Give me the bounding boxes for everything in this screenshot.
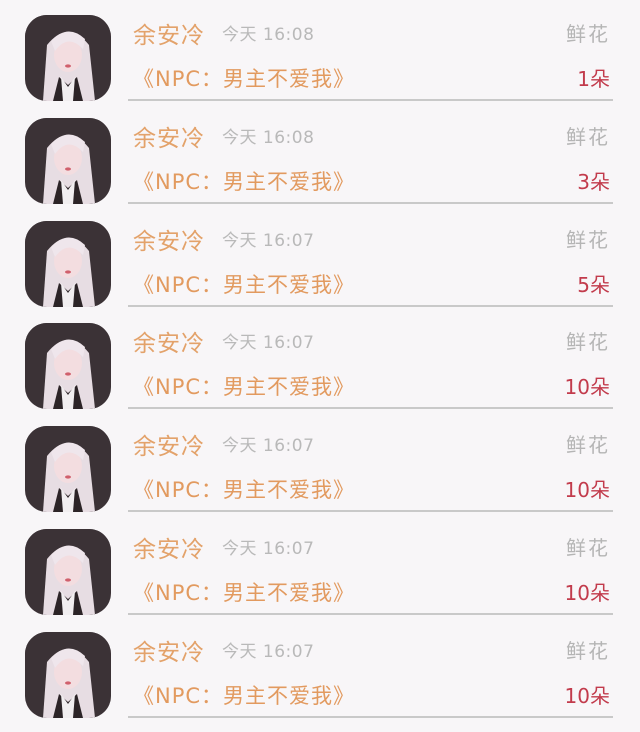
gift-type: 鲜花 [566,125,610,149]
row-divider [128,716,613,718]
avatar-portrait-image [25,15,111,101]
gift-time: 今天 16:07 [222,333,315,353]
book-title[interactable]: 《NPC：男主不爱我》 [133,269,355,299]
row-divider [128,407,613,409]
avatar-portrait-image [25,529,111,615]
sender-name: 余安冷 [133,640,205,666]
gift-count: 10朵 [564,478,610,502]
gift-count: 5朵 [577,273,610,297]
gift-record-row[interactable]: 余安冷 今天 16:07 鲜花 《NPC：男主不爱我》 10朵 [0,617,640,720]
gift-record-row[interactable]: 余安冷 今天 16:08 鲜花 《NPC：男主不爱我》 1朵 [0,0,640,103]
gift-type: 鲜花 [566,330,610,354]
gift-record-row[interactable]: 余安冷 今天 16:07 鲜花 《NPC：男主不爱我》 10朵 [0,308,640,411]
row-divider [128,613,613,615]
avatar[interactable] [25,323,111,409]
row-divider [128,202,613,204]
avatar[interactable] [25,426,111,512]
sender-name: 余安冷 [133,23,205,49]
gift-record-row[interactable]: 余安冷 今天 16:07 鲜花 《NPC：男主不爱我》 10朵 [0,514,640,617]
gift-record-row[interactable]: 余安冷 今天 16:08 鲜花 《NPC：男主不爱我》 3朵 [0,103,640,206]
gift-record-row[interactable]: 余安冷 今天 16:07 鲜花 《NPC：男主不爱我》 10朵 [0,411,640,514]
row-divider [128,510,613,512]
gift-type: 鲜花 [566,22,610,46]
gift-time: 今天 16:07 [222,231,315,251]
sender-name: 余安冷 [133,537,205,563]
avatar[interactable] [25,15,111,101]
avatar-portrait-image [25,426,111,512]
avatar[interactable] [25,529,111,615]
gift-count: 10朵 [564,581,610,605]
gift-count: 10朵 [564,375,610,399]
book-title[interactable]: 《NPC：男主不爱我》 [133,166,355,196]
sender-name: 余安冷 [133,331,205,357]
book-title[interactable]: 《NPC：男主不爱我》 [133,680,355,710]
avatar[interactable] [25,221,111,307]
avatar-portrait-image [25,118,111,204]
avatar[interactable] [25,632,111,718]
book-title[interactable]: 《NPC：男主不爱我》 [133,474,355,504]
gift-count: 10朵 [564,684,610,708]
avatar-portrait-image [25,323,111,409]
gift-list: 余安冷 今天 16:08 鲜花 《NPC：男主不爱我》 1朵 余安冷 今天 16… [0,0,640,732]
avatar-portrait-image [25,632,111,718]
gift-time: 今天 16:07 [222,642,315,662]
gift-time: 今天 16:07 [222,436,315,456]
sender-name: 余安冷 [133,434,205,460]
book-title[interactable]: 《NPC：男主不爱我》 [133,63,355,93]
gift-type: 鲜花 [566,433,610,457]
sender-name: 余安冷 [133,126,205,152]
gift-time: 今天 16:07 [222,539,315,559]
book-title[interactable]: 《NPC：男主不爱我》 [133,371,355,401]
avatar[interactable] [25,118,111,204]
gift-count: 1朵 [577,67,610,91]
gift-time: 今天 16:08 [222,25,315,45]
avatar-portrait-image [25,221,111,307]
row-divider [128,99,613,101]
book-title[interactable]: 《NPC：男主不爱我》 [133,577,355,607]
gift-type: 鲜花 [566,228,610,252]
gift-time: 今天 16:08 [222,128,315,148]
gift-count: 3朵 [577,170,610,194]
gift-record-row[interactable]: 余安冷 今天 16:07 鲜花 《NPC：男主不爱我》 5朵 [0,206,640,309]
gift-type: 鲜花 [566,536,610,560]
sender-name: 余安冷 [133,229,205,255]
row-divider [128,305,613,307]
gift-type: 鲜花 [566,639,610,663]
